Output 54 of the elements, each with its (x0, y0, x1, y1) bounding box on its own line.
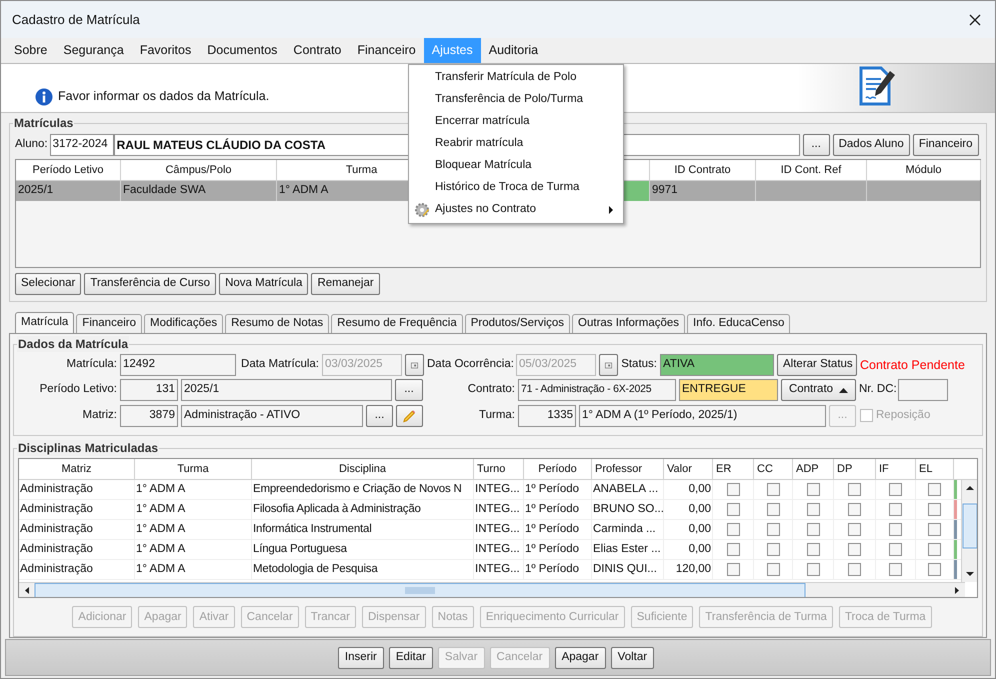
checkbox-label: Reposição (876, 408, 930, 423)
table-cell: Carminda ... (592, 520, 664, 540)
table-cell: Informática Instrumental (252, 520, 474, 540)
table-cell: 120,00 (664, 560, 713, 580)
table-cell: 1º Período (524, 500, 592, 520)
table-cell: BRUNO SO... (592, 500, 664, 520)
table-cell: INTEG... (474, 480, 524, 500)
group-title: Dados da Matrícula (17, 336, 130, 352)
table-cell: 0,00 (664, 500, 713, 520)
window-title: Cadastro de Matrícula (12, 10, 140, 29)
field-label: Nr. DC: (859, 382, 895, 398)
table-cell: 1º Período (524, 480, 592, 500)
table-cell: Administração (19, 560, 135, 580)
alert-text: Contrato Pendente (860, 356, 965, 374)
field-label: Data Matrícula: (240, 357, 319, 372)
table-cell: 1º Período (524, 560, 592, 580)
table-cell: 1° ADM A (135, 500, 252, 520)
table-cell: Metodologia de Pesquisa (252, 560, 474, 580)
table-cell: Administração (19, 500, 135, 520)
field-label: Período Letivo: (38, 382, 117, 398)
field-label: Data Ocorrência: (427, 357, 513, 372)
field-label: Matriz: (82, 408, 117, 423)
table-cell: Empreendedorismo e Criação de Novos N (252, 480, 474, 500)
table-cell: 0,00 (664, 480, 713, 500)
table-cell: Administração (19, 540, 135, 560)
group-title: Disciplinas Matriculadas (17, 440, 160, 456)
table-cell: Filosofia Aplicada à Administração (252, 500, 474, 520)
table-cell: Língua Portuguesa (252, 540, 474, 560)
table-cell: 2025/1 (16, 181, 121, 201)
table-cell: Administração (19, 480, 135, 500)
table-cell: Administração (19, 520, 135, 540)
table-cell: 1° ADM A (135, 560, 252, 580)
table-cell: Faculdade SWA (121, 181, 277, 201)
field-label: Contrato: (466, 382, 515, 398)
table-cell: Elias Ester ... (592, 540, 664, 560)
table-cell: 1° ADM A (135, 540, 252, 560)
table-cell: 0,00 (664, 520, 713, 540)
table-cell: INTEG... (474, 560, 524, 580)
table-cell: 0,00 (664, 540, 713, 560)
field-label: Turma: (478, 408, 515, 423)
table-cell: 1º Período (524, 540, 592, 560)
table-cell: ANABELA ... (592, 480, 664, 500)
table-cell: DINIS QUI... (592, 560, 664, 580)
table-cell: 9971 (650, 181, 756, 201)
info-message: Favor informar os dados da Matrícula. (58, 88, 270, 106)
table-cell: INTEG... (474, 520, 524, 540)
table-cell: 1º Período (524, 520, 592, 540)
table-cell: 1° ADM A (135, 520, 252, 540)
field-label: Matrícula: (66, 357, 117, 372)
table-cell: INTEG... (474, 500, 524, 520)
field-label: Status: (621, 357, 657, 372)
table-cell: 1° ADM A (135, 480, 252, 500)
table-cell: INTEG... (474, 540, 524, 560)
field-label: Aluno: (15, 136, 48, 152)
